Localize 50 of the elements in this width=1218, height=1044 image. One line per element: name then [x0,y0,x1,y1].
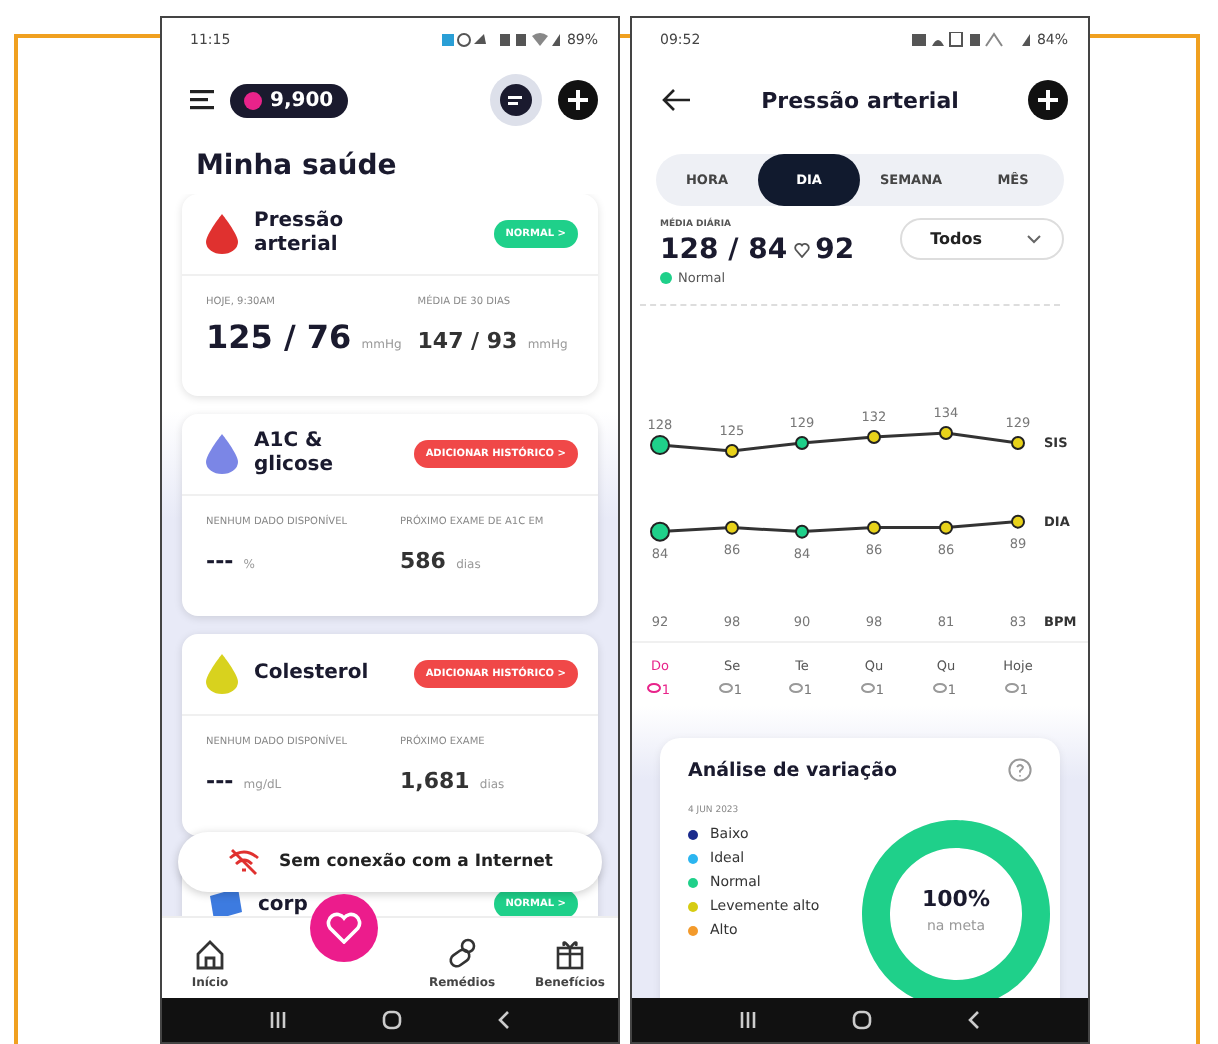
home-icon [194,938,226,970]
no-wifi-icon [227,848,260,876]
filter-dropdown[interactable]: Todos [900,218,1064,260]
pill-icon [446,938,478,970]
reading-value: 1,681 [400,767,470,793]
gift-icon [554,938,586,970]
add-icon[interactable] [558,80,598,120]
pulse-average: 92 [815,234,855,266]
ring-icon [647,683,661,693]
ring-icon [1005,683,1019,693]
card-title: Pressão arterial [254,210,346,258]
ring-icon [789,683,803,693]
home-button-icon[interactable] [381,1010,402,1030]
card-title: corp [258,893,310,915]
back-icon[interactable] [965,1010,982,1030]
menu-icon[interactable] [190,90,214,110]
reading-value: 125 / 76 [206,317,352,355]
bp-average: 128 / 84 [660,234,788,266]
coin-icon [244,91,262,109]
ring-icon [719,683,733,693]
back-arrow-icon[interactable] [660,88,692,112]
reading-value: 586 [400,547,446,573]
ring-icon [861,683,875,693]
points-value: 9,900 [270,89,334,111]
card-title: Colesterol [254,662,371,686]
screen-title: Pressão arterial [761,87,959,113]
status-icons [912,32,965,48]
points-pill[interactable]: 9,900 [230,83,348,117]
chat-button[interactable] [490,74,542,126]
signal-icon [970,32,1031,48]
card-title: Análise de variação [688,759,898,781]
reading-value: --- [206,547,234,573]
heart-icon [326,912,362,944]
heart-icon [793,242,810,258]
chevron-down-icon [1026,234,1042,244]
toast-message: Sem conexão com a Internet [279,852,553,872]
home-button-icon[interactable] [851,1010,872,1030]
chat-icon [500,84,532,116]
help-icon[interactable] [1008,758,1032,782]
reading-value: --- [206,767,234,793]
recents-icon[interactable] [738,1010,759,1030]
card-title: A1C & glicose [254,430,336,478]
reading-value: 147 / 93 [417,327,518,353]
back-icon[interactable] [495,1010,512,1030]
ring-icon [933,683,947,693]
page-title: Minha saúde [194,148,399,186]
add-icon[interactable] [1028,80,1068,120]
health-fab-button[interactable] [310,894,378,962]
signal-icon [500,32,561,48]
recents-icon[interactable] [268,1010,289,1030]
